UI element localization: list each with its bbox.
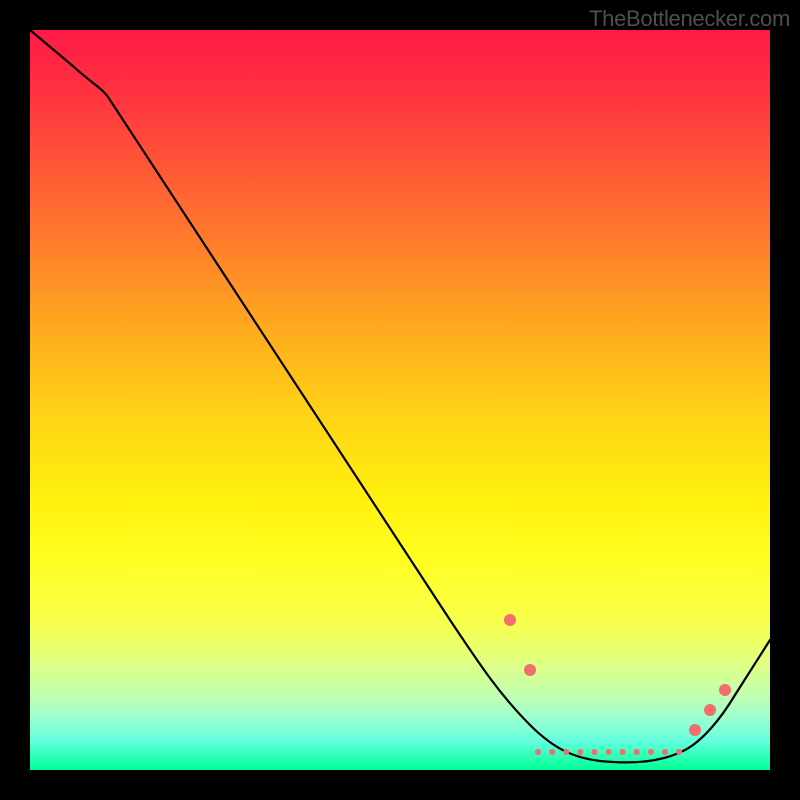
marker-dot [719,684,731,696]
marker-dot [504,614,516,626]
marker-dot [524,664,536,676]
source-attribution: TheBottlenecker.com [589,6,790,32]
marker-dot [704,704,716,716]
curve-svg [30,30,770,770]
bottleneck-curve [30,30,770,762]
marker-dot [689,724,701,736]
plot-area [30,30,770,770]
chart-container: TheBottlenecker.com [0,0,800,800]
